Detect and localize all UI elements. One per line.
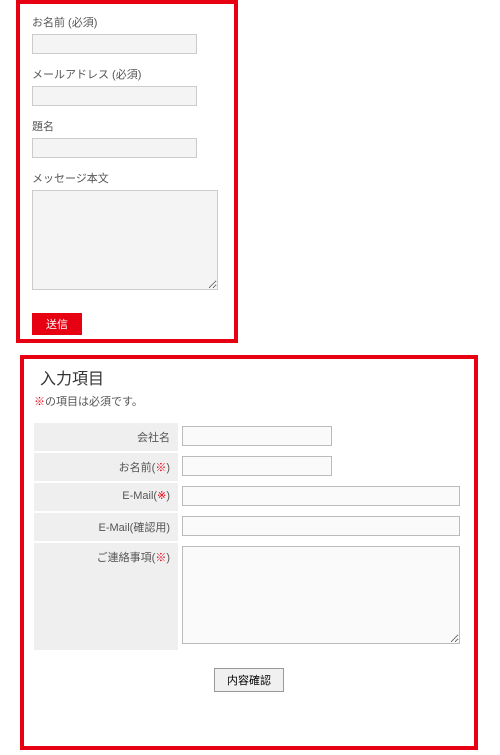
textarea-message2[interactable] [182, 546, 460, 644]
confirm-button[interactable]: 内容確認 [214, 668, 284, 692]
input-email-confirm[interactable] [182, 516, 460, 536]
required-mark: ※ [34, 396, 45, 408]
field-email: メールアドレス (必須) [32, 66, 222, 106]
row-company: 会社名 [34, 423, 464, 451]
field-subject: 題名 [32, 118, 222, 158]
label-email: メールアドレス (必須) [32, 66, 222, 82]
submit-button[interactable]: 送信 [32, 313, 82, 335]
form-heading: 入力項目 [34, 365, 464, 389]
label-email2: E-Mail(※) [34, 483, 178, 511]
row-email-confirm: E-Mail(確認用) [34, 513, 464, 541]
field-name: お名前 (必須) [32, 14, 222, 54]
required-text: の項目は必須です。 [45, 396, 143, 408]
label-subject: 題名 [32, 118, 222, 134]
label-name2: お名前(※) [34, 453, 178, 481]
confirm-row: 内容確認 [34, 668, 464, 692]
label-message2: ご連絡事項(※) [34, 543, 178, 650]
input-name[interactable] [32, 34, 197, 54]
label-name: お名前 (必須) [32, 14, 222, 30]
row-name: お名前(※) [34, 453, 464, 481]
label-company: 会社名 [34, 423, 178, 451]
contact-form-simple: お名前 (必須) メールアドレス (必須) 題名 メッセージ本文 送信 [16, 0, 238, 343]
contact-form-table: 入力項目 ※の項目は必須です。 会社名 お名前(※) E-Mail(※) E-M… [20, 355, 478, 750]
textarea-message[interactable] [32, 190, 218, 290]
label-message: メッセージ本文 [32, 170, 222, 186]
label-email-confirm: E-Mail(確認用) [34, 513, 178, 541]
row-message: ご連絡事項(※) [34, 543, 464, 650]
required-note: ※の項目は必須です。 [34, 393, 464, 409]
row-email: E-Mail(※) [34, 483, 464, 511]
input-subject[interactable] [32, 138, 197, 158]
input-email2[interactable] [182, 486, 460, 506]
field-message: メッセージ本文 [32, 170, 222, 293]
input-company[interactable] [182, 426, 332, 446]
input-email[interactable] [32, 86, 197, 106]
input-name2[interactable] [182, 456, 332, 476]
